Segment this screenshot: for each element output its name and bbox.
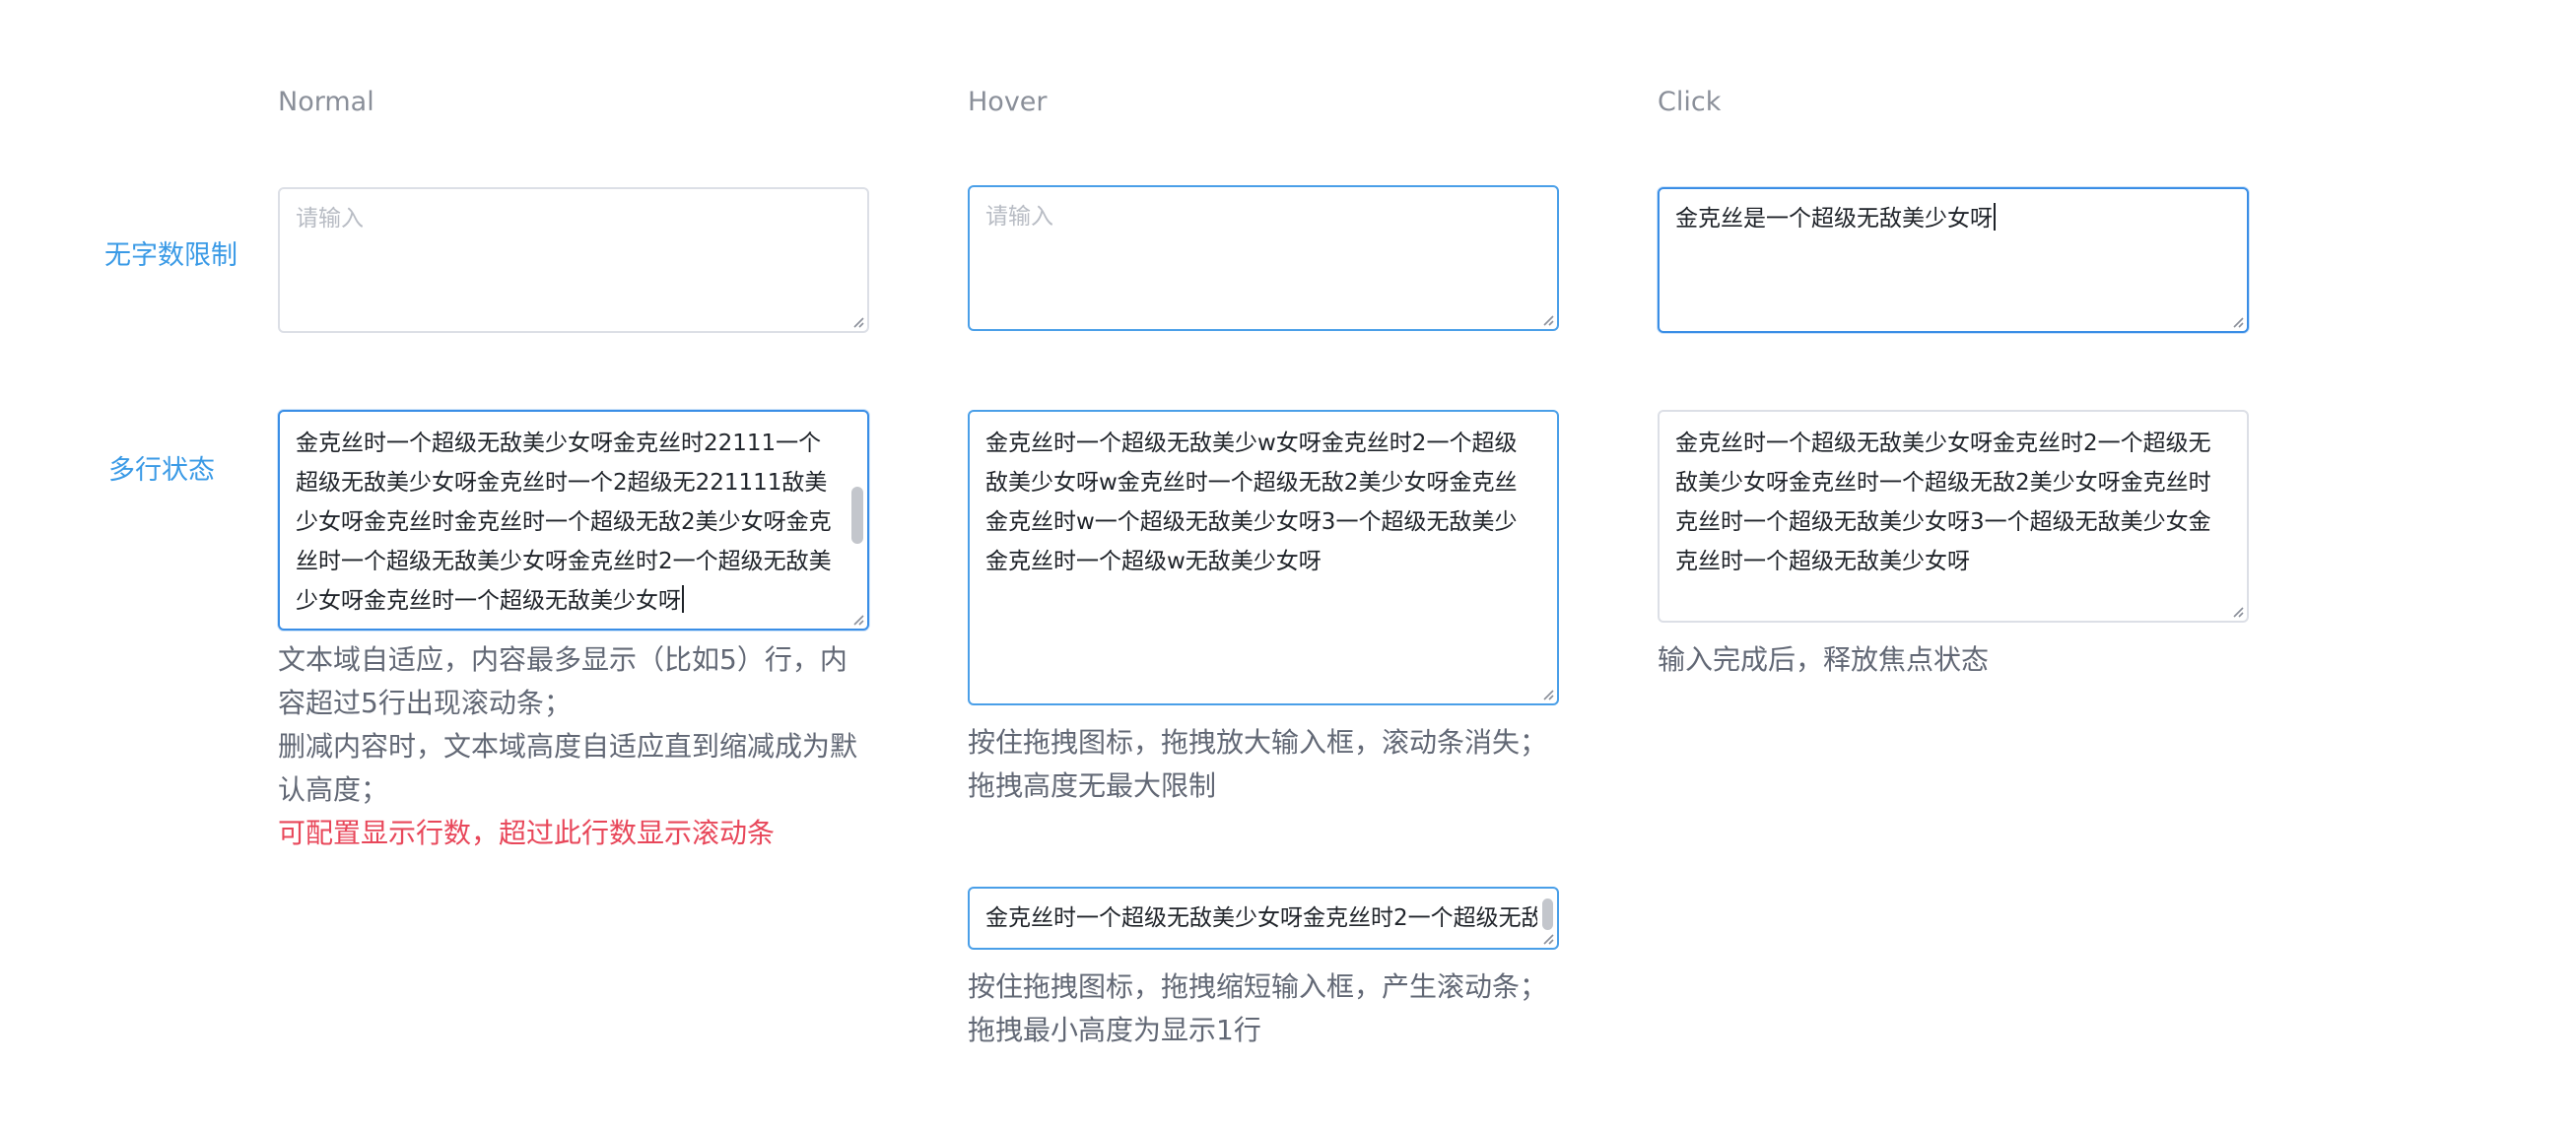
resize-handle-icon[interactable]: [850, 612, 864, 626]
hover-enlarge-description: 按住拖拽图标，拖拽放大输入框，滚动条消失；拖拽高度无最大限制: [968, 721, 1559, 808]
textarea-value: 金克丝时一个超级无敌美少w女呀金克丝时2一个超级敌美少女呀w金克丝时一个超级无敌…: [985, 431, 1518, 574]
description-text: 按住拖拽图标，拖拽缩短输入框，产生滚动条；拖拽最小高度为显示1行: [968, 970, 1548, 1046]
description-text: 输入完成后，释放焦点状态: [1658, 643, 1990, 676]
scrollbar-thumb[interactable]: [1542, 898, 1553, 930]
textarea-normal-multiline[interactable]: 金克丝时一个超级无敌美少女呀金克丝时22111一个超级无敌美少女呀金克丝时一个2…: [278, 410, 869, 631]
textarea-value: 金克丝时一个超级无敌美少女呀金克丝时2一个超级无敌美少女呀: [985, 905, 1537, 931]
column-header-hover: Hover: [968, 87, 1048, 117]
description-text: 文本域自适应，内容最多显示（比如5）行，内容超过5行出现滚动条；: [278, 643, 847, 719]
textarea-hover-enlarged[interactable]: 金克丝时一个超级无敌美少w女呀金克丝时2一个超级敌美少女呀w金克丝时一个超级无敌…: [968, 410, 1559, 705]
row-label-multiline: 多行状态: [108, 455, 215, 486]
resize-handle-icon[interactable]: [1540, 931, 1554, 945]
scrollbar-thumb[interactable]: [851, 487, 863, 544]
textarea-value: 金克丝是一个超级无敌美少女呀: [1675, 199, 2225, 238]
resize-handle-icon[interactable]: [1540, 312, 1554, 326]
normal-description: 文本域自适应，内容最多显示（比如5）行，内容超过5行出现滚动条； 删减内容时，文…: [278, 638, 869, 855]
row-label-no-limit: 无字数限制: [104, 240, 237, 271]
textarea-placeholder: 请输入: [985, 204, 1053, 230]
resize-handle-icon[interactable]: [2230, 604, 2244, 618]
description-text: 按住拖拽图标，拖拽放大输入框，滚动条消失；拖拽高度无最大限制: [968, 726, 1548, 802]
column-header-normal: Normal: [278, 87, 374, 117]
column-header-click: Click: [1658, 87, 1722, 117]
text-cursor: [682, 585, 684, 613]
textarea-placeholder: 请输入: [296, 206, 364, 232]
textarea-click-released[interactable]: 金克丝时一个超级无敌美少女呀金克丝时2一个超级无敌美少女呀金克丝时一个超级无敌2…: [1658, 410, 2249, 623]
text-cursor: [1994, 203, 1996, 231]
click-description: 输入完成后，释放焦点状态: [1658, 638, 2249, 682]
textarea-normal-empty[interactable]: 请输入: [278, 187, 869, 333]
resize-handle-icon[interactable]: [850, 314, 864, 328]
textarea-value: 金克丝时一个超级无敌美少女呀金克丝时22111一个超级无敌美少女呀金克丝时一个2…: [296, 431, 832, 614]
textarea-click-focused[interactable]: 金克丝是一个超级无敌美少女呀: [1658, 187, 2249, 333]
textarea-value: 金克丝时一个超级无敌美少女呀金克丝时2一个超级无敌美少女呀金克丝时一个超级无敌2…: [1675, 431, 2211, 574]
resize-handle-icon[interactable]: [2230, 314, 2244, 328]
description-warning-text: 可配置显示行数，超过此行数显示滚动条: [278, 817, 776, 849]
resize-handle-icon[interactable]: [1540, 687, 1554, 700]
description-text: 删减内容时，文本域高度自适应直到缩减成为默认高度；: [278, 730, 858, 806]
hover-shrink-description: 按住拖拽图标，拖拽缩短输入框，产生滚动条；拖拽最小高度为显示1行: [968, 965, 1559, 1052]
textarea-hover-shrunk[interactable]: 金克丝时一个超级无敌美少女呀金克丝时2一个超级无敌美少女呀: [968, 887, 1559, 950]
textarea-hover-empty[interactable]: 请输入: [968, 185, 1559, 331]
